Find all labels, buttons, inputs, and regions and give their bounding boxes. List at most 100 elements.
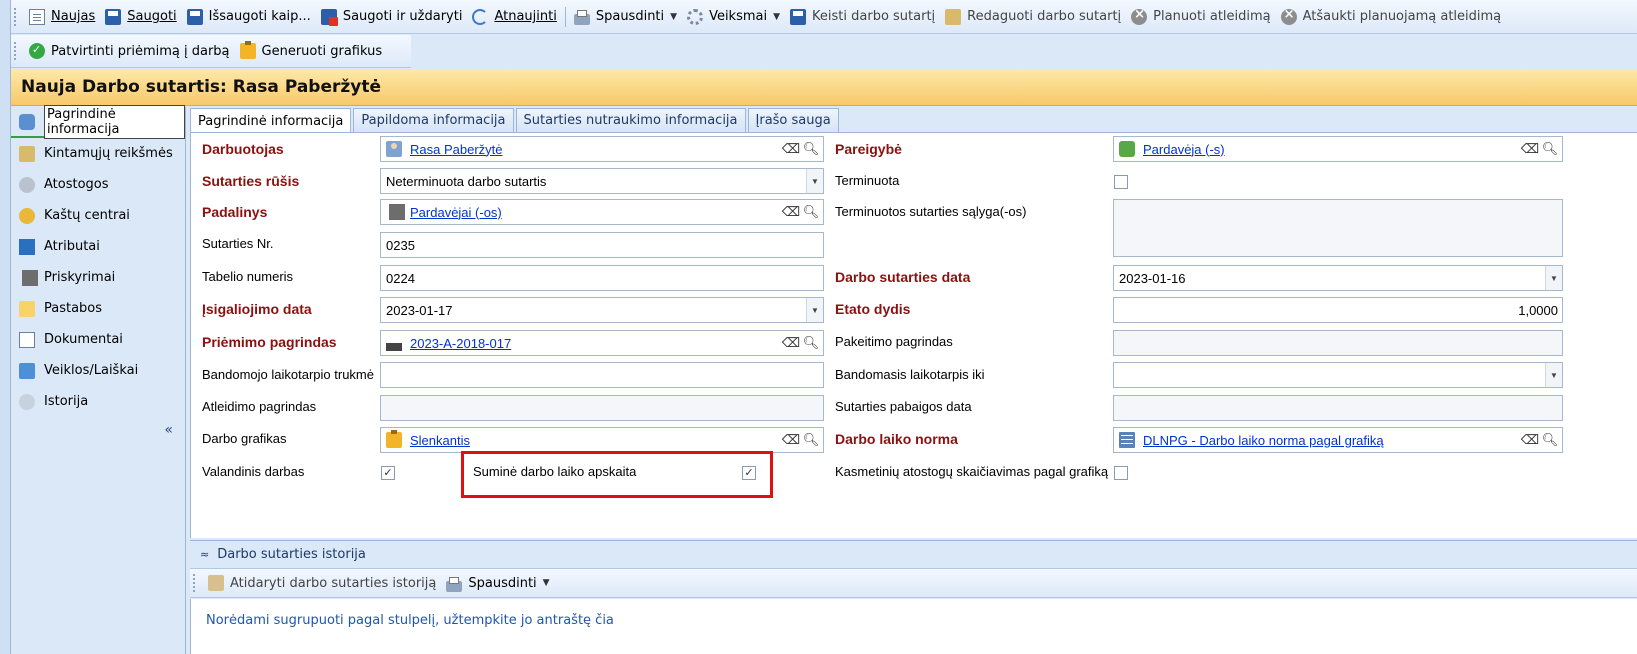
schedule-link[interactable]: Slenkantis [410, 433, 470, 448]
time-norm-label: Darbo laiko norma [835, 431, 958, 447]
department-link[interactable]: Pardavėjai (-os) [410, 205, 502, 220]
sidebar-item-main-info[interactable]: Pagrindinė informacija [11, 104, 185, 139]
employee-link[interactable]: Rasa Paberžytė [410, 142, 503, 157]
collapse-chevron-icon: ≈ [200, 548, 210, 561]
collapse-sidebar-button[interactable]: « [164, 422, 173, 438]
sidebar-item-notes[interactable]: Pastabos [11, 293, 185, 324]
sidebar: Pagrindinė informacija Kintamųjų reikšmė… [11, 104, 186, 654]
probation-input[interactable] [380, 362, 824, 388]
toolbar-grip[interactable] [14, 42, 20, 60]
eraser-icon[interactable]: ⌫ [1520, 139, 1540, 159]
tab-record-security[interactable]: Įrašo sauga [747, 108, 839, 132]
contract-number-input[interactable]: 0235 [380, 232, 824, 258]
fte-input[interactable]: 1,0000 [1113, 297, 1563, 323]
generate-schedules-button[interactable]: Generuoti grafikus [235, 38, 388, 64]
magnifier-icon[interactable]: 🔍︎ [801, 333, 821, 353]
fixed-term-checkbox[interactable] [1114, 175, 1128, 189]
eraser-icon[interactable]: ⌫ [781, 430, 801, 450]
tab-additional-info[interactable]: Papildoma informacija [353, 108, 514, 132]
sidebar-item-activities[interactable]: Veiklos/Laiškai [11, 355, 185, 386]
dropdown-arrow-icon[interactable]: ▼ [1545, 363, 1562, 387]
note-icon [19, 300, 35, 317]
hiring-basis-field[interactable]: 2023-A-2018-017 ⌫ 🔍︎ [380, 330, 824, 356]
cancel-circle-icon [1131, 7, 1148, 25]
sidebar-item-documents[interactable]: Dokumentai [11, 324, 185, 355]
eraser-icon[interactable]: ⌫ [1520, 430, 1540, 450]
employee-field[interactable]: Rasa Paberžytė ⌫ 🔍︎ [380, 136, 824, 162]
refresh-button[interactable]: Atnaujinti [467, 4, 561, 30]
tab-number-input[interactable]: 0224 [380, 265, 824, 291]
change-basis-field[interactable] [1113, 330, 1563, 356]
toolbar-grip[interactable] [14, 7, 20, 26]
dismissal-basis-label: Atleidimo pagrindas [202, 399, 317, 414]
history-grid[interactable]: Norėdami sugrupuoti pagal stulpelį, užte… [190, 599, 1637, 654]
print-button[interactable]: Spausdinti ▼ [569, 4, 682, 30]
annual-leave-label: Kasmetinių atostogų skaičiavimas pagal g… [835, 464, 1109, 479]
save-close-button[interactable]: Saugoti ir uždaryti [316, 4, 468, 30]
main-toolbar: Naujas Saugoti Išsaugoti kaip... Saugoti… [11, 0, 1637, 34]
effective-date-label: Įsigaliojimo data [202, 301, 312, 317]
cancel-dismissal-button[interactable]: Atšaukti planuojamą atleidimą [1276, 4, 1507, 30]
probation-label: Bandomojo laikotarpio trukmė [202, 367, 374, 382]
sidebar-item-attributes[interactable]: Atributai [11, 231, 185, 262]
contract-date-label: Darbo sutarties data [835, 269, 971, 285]
printer-icon [573, 10, 590, 25]
fixed-term-condition-field[interactable] [1113, 199, 1563, 257]
dropdown-arrow-icon[interactable]: ▼ [806, 298, 823, 322]
tab-main-info[interactable]: Pagrindinė informacija [190, 108, 352, 133]
window-left-strip [0, 0, 11, 654]
eraser-icon[interactable]: ⌫ [781, 333, 801, 353]
end-date-field[interactable] [1113, 395, 1563, 421]
change-contract-button[interactable]: Keisti darbo sutartį [785, 4, 940, 30]
position-label: Pareigybė [835, 141, 902, 157]
department-field[interactable]: Pardavėjai (-os) ⌫ 🔍︎ [380, 199, 824, 225]
printer-icon [446, 576, 463, 592]
magnifier-icon[interactable]: 🔍︎ [1540, 430, 1560, 450]
magnifier-icon[interactable]: 🔍︎ [801, 430, 821, 450]
annual-leave-checkbox[interactable] [1114, 466, 1128, 480]
schedule-field[interactable]: Slenkantis ⌫ 🔍︎ [380, 427, 824, 453]
sidebar-item-cost-centers[interactable]: Kaštų centrai [11, 200, 185, 231]
probation-until-input[interactable]: ▼ [1113, 362, 1563, 388]
mail-icon [19, 362, 35, 379]
eraser-icon[interactable]: ⌫ [781, 202, 801, 222]
sidebar-item-variables[interactable]: Kintamųjų reikšmės [11, 138, 185, 169]
highlight-box [461, 451, 773, 498]
effective-date-input[interactable]: 2023-01-17 ▼ [380, 297, 824, 323]
coins-icon [19, 207, 35, 224]
history-print-button[interactable]: Spausdinti ▼ [441, 570, 554, 596]
eraser-icon[interactable]: ⌫ [781, 139, 801, 159]
edit-contract-button[interactable]: Redaguoti darbo sutartį [940, 4, 1126, 30]
refresh-icon [472, 8, 489, 25]
position-field[interactable]: Pardavėja (-s) ⌫ 🔍︎ [1113, 136, 1563, 162]
pencil-icon [19, 145, 35, 162]
dismissal-basis-field[interactable] [380, 395, 824, 421]
tab-termination-info[interactable]: Sutarties nutraukimo informacija [515, 108, 746, 132]
hourly-work-checkbox[interactable]: ✓ [381, 466, 395, 480]
dropdown-arrow-icon[interactable]: ▼ [1545, 266, 1562, 290]
magnifier-icon[interactable]: 🔍︎ [1540, 139, 1560, 159]
position-link[interactable]: Pardavėja (-s) [1143, 142, 1225, 157]
dropdown-arrow-icon[interactable]: ▼ [806, 169, 823, 193]
contract-date-input[interactable]: 2023-01-16 ▼ [1113, 265, 1563, 291]
sidebar-item-history[interactable]: Istorija [11, 386, 185, 417]
time-norm-field[interactable]: DLNPG - Darbo laiko norma pagal grafiką … [1113, 427, 1563, 453]
sidebar-item-assignments[interactable]: Priskyrimai [11, 262, 185, 293]
sidebar-item-vacations[interactable]: Atostogos [11, 169, 185, 200]
plan-dismissal-button[interactable]: Planuoti atleidimą [1126, 4, 1275, 30]
toolbar-grip[interactable] [193, 574, 199, 592]
save-button[interactable]: Saugoti [100, 4, 181, 30]
contract-type-select[interactable]: Neterminuota darbo sutartis ▼ [380, 168, 824, 194]
save-as-button[interactable]: Išsaugoti kaip... [182, 4, 316, 30]
open-history-button[interactable]: Atidaryti darbo sutarties istoriją [203, 570, 441, 596]
actions-button[interactable]: Veiksmai ▼ [682, 4, 785, 30]
new-button[interactable]: Naujas [24, 4, 100, 30]
confirm-hiring-button[interactable]: Patvirtinti priėmimą į darbą [24, 38, 235, 64]
history-section-header[interactable]: ≈ Darbo sutarties istorija [190, 540, 1637, 568]
magnifier-icon[interactable]: 🔍︎ [801, 202, 821, 222]
magnifier-icon[interactable]: 🔍︎ [801, 139, 821, 159]
hiring-basis-link[interactable]: 2023-A-2018-017 [410, 336, 511, 351]
time-norm-link[interactable]: DLNPG - Darbo laiko norma pagal grafiką [1143, 433, 1384, 448]
secondary-toolbar: Patvirtinti priėmimą į darbą Generuoti g… [11, 35, 411, 68]
schedule-label: Darbo grafikas [202, 431, 287, 446]
